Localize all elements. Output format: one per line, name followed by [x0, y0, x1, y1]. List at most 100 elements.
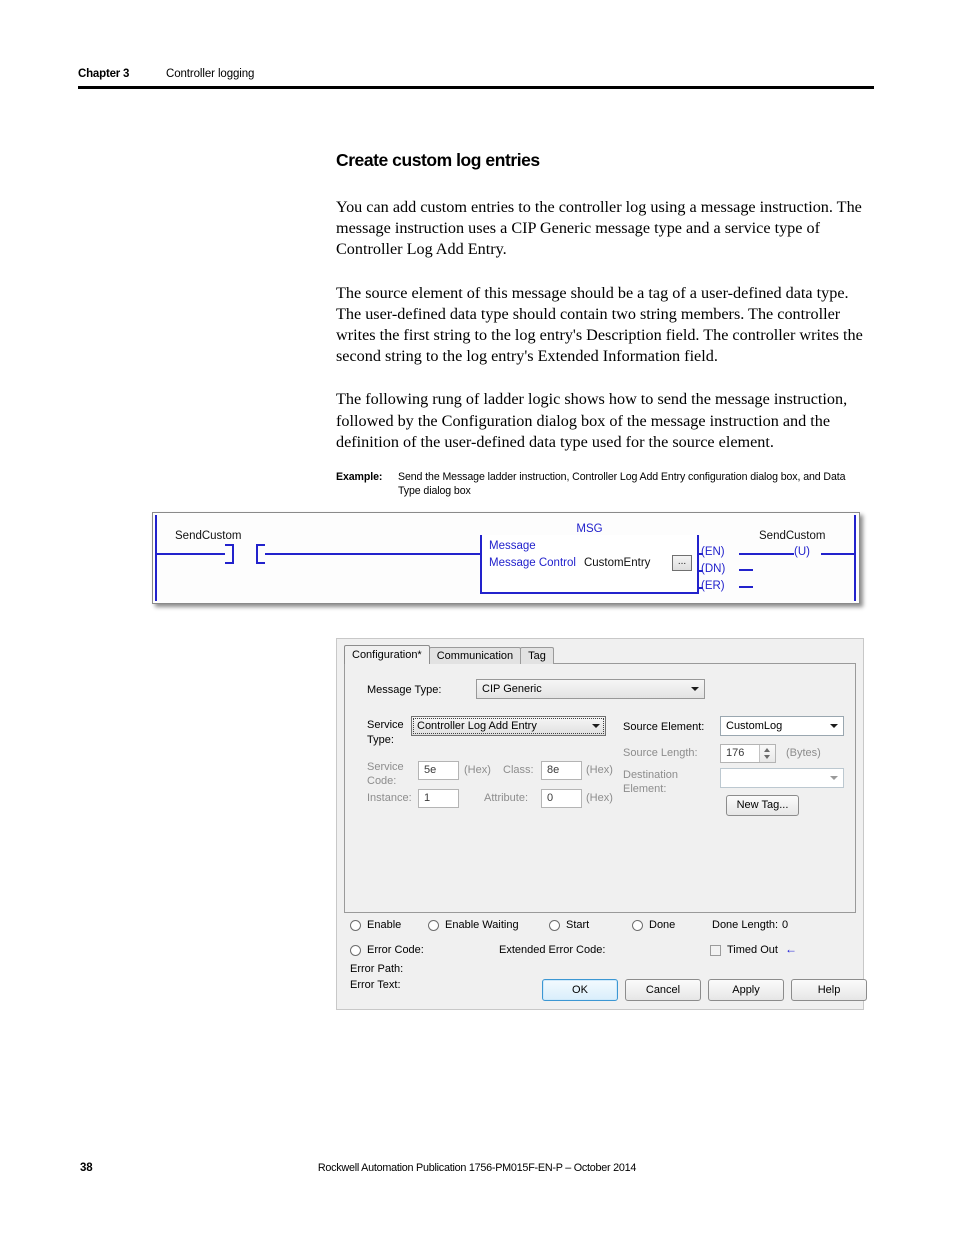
msg-terminal-dn: (DN) — [701, 563, 726, 575]
error-code-label: Error Code: — [367, 944, 424, 956]
service-type-combo[interactable]: Controller Log Add Entry — [411, 716, 606, 736]
service-type-value: Controller Log Add Entry — [417, 720, 537, 732]
instance-label: Instance: — [367, 792, 412, 804]
msg-terminal-er: (ER) — [701, 580, 725, 592]
dialog-tabstrip: Configuration* Communication Tag — [344, 645, 554, 664]
class-label: Class: — [503, 764, 534, 776]
rung-wire-stub — [697, 587, 703, 589]
message-type-combo[interactable]: CIP Generic — [476, 679, 705, 699]
paragraph-2: The source element of this message shoul… — [336, 283, 863, 366]
service-code-hex-label: (Hex) — [464, 764, 491, 776]
destination-element-label-line2: Element: — [623, 783, 667, 795]
class-hex-label: (Hex) — [586, 764, 613, 776]
header-topic: Controller logging — [166, 68, 255, 80]
msg-terminal-en: (EN) — [701, 546, 725, 558]
enable-waiting-label: Enable Waiting — [445, 919, 519, 931]
msg-operand-message: Message — [489, 540, 536, 552]
chevron-down-icon — [830, 724, 838, 728]
rung-wire-segment — [157, 553, 225, 555]
rung-wire-segment — [265, 553, 481, 555]
error-text-label: Error Text: — [350, 979, 401, 991]
rung-wire-stub — [697, 553, 703, 555]
new-tag-button[interactable]: New Tag... — [726, 795, 799, 816]
ladder-logic-figure: SendCustom MSG Message Message Control Cu… — [152, 512, 860, 604]
tab-tag[interactable]: Tag — [520, 647, 554, 664]
rung-wire-segment — [821, 553, 855, 555]
configuration-tab-page: Message Type: CIP Generic Service Type: … — [344, 663, 856, 913]
service-code-label-line2: Code: — [367, 775, 397, 787]
header-divider — [78, 86, 874, 89]
done-radio[interactable] — [632, 920, 643, 931]
done-length-value: 0 — [782, 919, 789, 931]
chevron-down-icon — [830, 776, 838, 780]
example-text: Send the Message ladder instruction, Con… — [398, 471, 846, 497]
start-label: Start — [566, 919, 590, 931]
attribute-input[interactable]: 0 — [541, 789, 582, 808]
source-element-combo[interactable]: CustomLog — [720, 716, 844, 736]
class-input[interactable]: 8e — [541, 761, 582, 780]
attribute-label: Attribute: — [484, 792, 529, 804]
header-chapter: Chapter 3 — [78, 68, 130, 80]
error-code-radio[interactable] — [350, 945, 361, 956]
source-length-label: Source Length: — [623, 747, 698, 759]
service-type-label-line1: Service — [367, 719, 404, 731]
start-radio[interactable] — [549, 920, 560, 931]
source-length-value: 176 — [726, 747, 745, 759]
page-title: Create custom log entries — [336, 150, 540, 170]
service-code-input[interactable]: 5e — [418, 761, 459, 780]
example-label: Example: — [336, 471, 383, 483]
apply-button[interactable]: Apply — [708, 979, 784, 1001]
page-footer: 38 Rockwell Automation Publication 1756-… — [0, 1162, 954, 1182]
msg-control-label: Message Control — [489, 557, 576, 569]
ladder-right-rail — [854, 515, 856, 601]
left-arrow-icon: ← — [785, 942, 797, 956]
article-content: Create custom log entries You can add cu… — [336, 150, 874, 475]
rung-wire-stub — [697, 570, 703, 572]
source-element-value: CustomLog — [726, 720, 783, 732]
msg-block-title: MSG — [480, 523, 699, 535]
message-type-label: Message Type: — [367, 684, 442, 696]
message-configuration-dialog: Configuration* Communication Tag Message… — [336, 638, 867, 1010]
tab-configuration[interactable]: Configuration* — [344, 645, 430, 664]
done-length-label: Done Length: — [712, 919, 779, 931]
rung-wire-segment — [739, 553, 794, 555]
paragraph-3: The following rung of ladder logic shows… — [336, 390, 848, 451]
msg-ellipsis-button[interactable]: ... — [672, 555, 692, 571]
rung-wire-stub — [739, 586, 753, 588]
ladder-input-tag: SendCustom — [175, 530, 242, 542]
extended-error-code-label: Extended Error Code: — [499, 944, 606, 956]
msg-control-tag: CustomEntry — [583, 557, 651, 569]
dialog-status-area: Enable Enable Waiting Start Done Done Le… — [344, 917, 867, 1005]
paragraph-1: You can add custom entries to the contro… — [336, 198, 862, 259]
xic-contact — [225, 544, 265, 564]
source-element-label: Source Element: — [623, 721, 705, 733]
source-length-units-label: (Bytes) — [786, 747, 821, 759]
source-length-stepper[interactable]: 176 — [720, 744, 776, 763]
destination-element-combo[interactable] — [720, 768, 844, 788]
ok-button[interactable]: OK — [542, 979, 618, 1001]
running-header: Chapter 3 Controller logging — [78, 68, 874, 89]
cancel-button[interactable]: Cancel — [625, 979, 701, 1001]
done-label: Done — [649, 919, 676, 931]
publication-info: Rockwell Automation Publication 1756-PM0… — [317, 1162, 637, 1174]
example-caption: Example: Send the Message ladder instruc… — [336, 470, 866, 498]
unlatch-coil: (U) — [794, 546, 810, 558]
chevron-down-icon — [592, 724, 600, 728]
message-type-value: CIP Generic — [482, 683, 542, 695]
timed-out-label: Timed Out — [727, 944, 778, 956]
spinner-arrows-icon[interactable] — [759, 745, 775, 762]
service-type-label-line2: Type: — [367, 734, 394, 746]
rung-wire-stub — [739, 569, 753, 571]
tab-communication[interactable]: Communication — [428, 647, 522, 664]
service-code-label-line1: Service — [367, 761, 404, 773]
destination-element-label-line1: Destination — [623, 769, 679, 781]
enable-radio[interactable] — [350, 920, 361, 931]
attribute-hex-label: (Hex) — [586, 792, 613, 804]
ladder-output-tag: SendCustom — [759, 530, 826, 542]
help-button[interactable]: Help — [791, 979, 867, 1001]
error-path-label: Error Path: — [350, 963, 404, 975]
instance-input[interactable]: 1 — [418, 789, 459, 808]
chevron-down-icon — [691, 687, 699, 691]
timed-out-checkbox[interactable] — [710, 945, 721, 956]
enable-waiting-radio[interactable] — [428, 920, 439, 931]
